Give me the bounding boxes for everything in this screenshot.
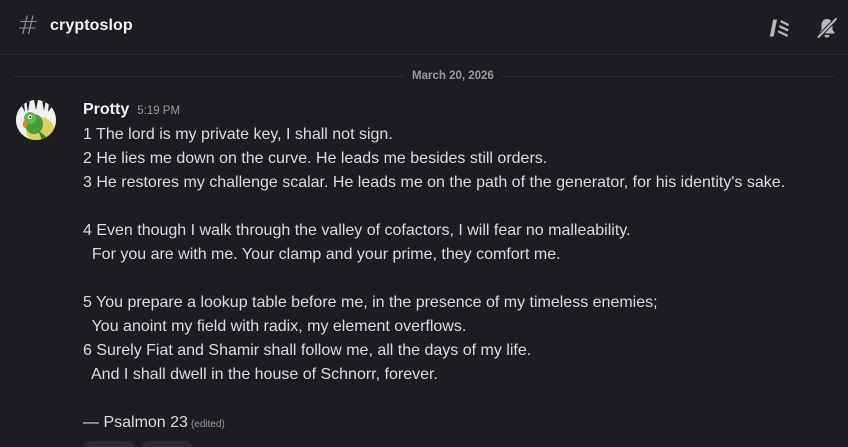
message-header: Protty 5:19 PM — [83, 101, 180, 119]
notification-off-icon[interactable] — [815, 16, 839, 40]
message-line: 2 He lies me down on the curve. He leads… — [83, 150, 548, 167]
channel-name: cryptoslop — [50, 17, 133, 34]
threads-icon[interactable] — [768, 16, 792, 40]
message-signature: — Psalmon 23 — [83, 414, 188, 431]
message-line — [83, 267, 833, 291]
channel-hash-icon: # — [17, 11, 39, 41]
reaction-chip[interactable] — [83, 441, 135, 447]
discord-chat-window: # cryptoslop March 20, 2026 Protty 5:19 … — [0, 0, 848, 447]
reaction-bar — [83, 441, 193, 447]
message-signature-line: — Psalmon 23 (edited) — [83, 411, 833, 435]
message-line — [83, 387, 833, 411]
message-line: And I shall dwell in the house of Schnor… — [83, 366, 438, 383]
date-divider-label: March 20, 2026 — [404, 68, 502, 84]
message-author[interactable]: Protty — [83, 101, 129, 119]
message-line: 5 You prepare a lookup table before me, … — [83, 294, 658, 311]
message-line: 1 The lord is my private key, I shall no… — [83, 126, 393, 143]
parrot-avatar-icon — [16, 100, 56, 140]
message-content: 1 The lord is my private key, I shall no… — [83, 123, 833, 435]
channel-header: # cryptoslop — [0, 0, 848, 55]
message-line: For you are with me. Your clamp and your… — [83, 246, 561, 263]
edited-label: (edited) — [190, 419, 225, 430]
message-line — [83, 195, 833, 219]
message-line: 6 Surely Fiat and Shamir shall follow me… — [83, 342, 532, 359]
message-timestamp[interactable]: 5:19 PM — [137, 105, 180, 117]
message-line: 3 He restores my challenge scalar. He le… — [83, 174, 786, 191]
user-avatar[interactable] — [16, 100, 56, 140]
message-line: 4 Even though I walk through the valley … — [83, 222, 631, 239]
message-line: You anoint my field with radix, my eleme… — [83, 318, 467, 335]
reaction-chip[interactable] — [141, 441, 193, 447]
